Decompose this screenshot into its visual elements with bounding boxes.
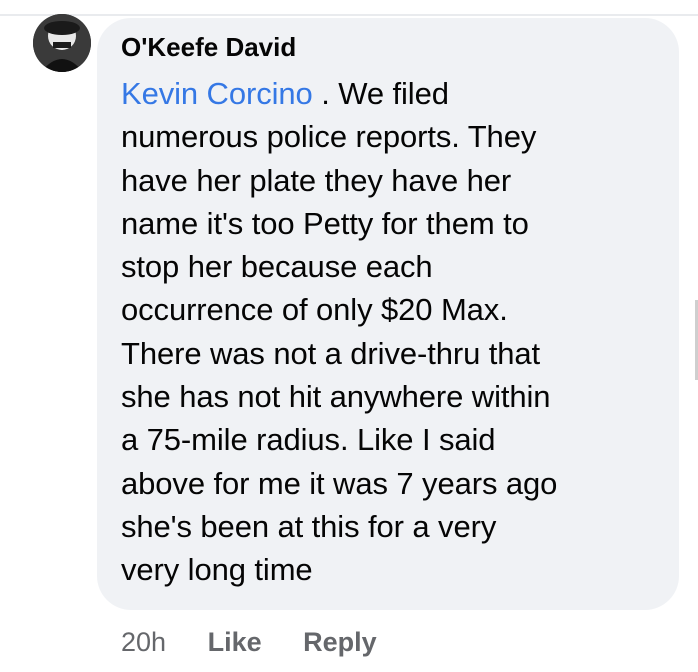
comment-line-1: Kevin Corcino . We filed [121,72,666,115]
comment-line: a 75-mile radius. Like I said [121,422,496,458]
comment-line: she has not hit anywhere within [121,379,551,415]
comment-line: very long time [121,552,313,588]
comment-line: stop her because each [121,249,433,285]
comment-line: above for me it was 7 years ago [121,465,558,501]
mention-link[interactable]: Kevin Corcino [121,76,313,111]
comment-line: she's been at this for a very [121,508,497,544]
comment-line: There was not a drive-thru that [121,335,541,371]
comment-actions: 20h Like Reply [121,627,411,658]
profile-photo-icon [33,14,91,72]
comment-view: O'Keefe David Kevin Corcino . We filed n… [0,0,698,672]
comment-line-text: . We filed [312,76,449,111]
comment-author[interactable]: O'Keefe David [121,32,296,63]
like-button[interactable]: Like [208,627,262,658]
divider [0,14,698,16]
reply-button[interactable]: Reply [303,627,377,658]
timestamp[interactable]: 20h [121,627,166,658]
comment-line: have her plate they have her [121,162,512,198]
comment-line: name it's too Petty for them to [121,205,529,241]
comment-body: Kevin Corcino . We filed numerous police… [121,72,666,592]
avatar[interactable] [33,14,91,72]
comment-line: numerous police reports. They [121,119,537,155]
comment-line: occurrence of only $20 Max. [121,292,508,328]
